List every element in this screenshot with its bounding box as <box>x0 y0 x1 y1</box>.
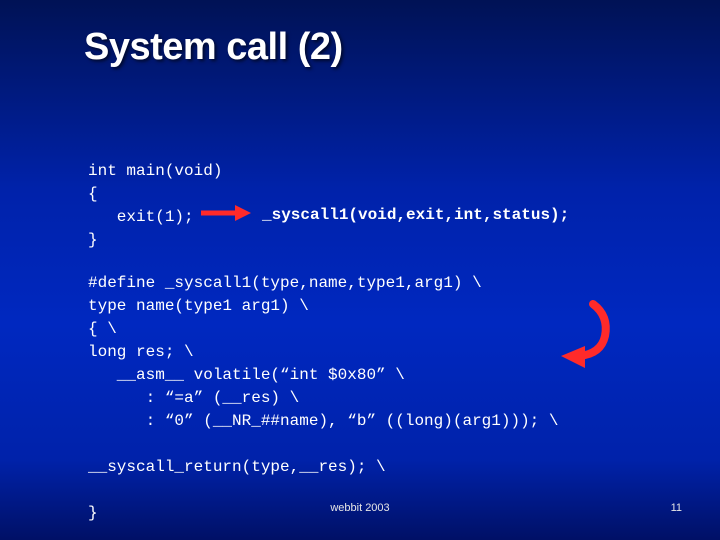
syscall-annotation: _syscall1(void,exit,int,status); <box>262 206 569 224</box>
arrow-curved-icon <box>535 298 615 375</box>
slide: System call (2) int main(void) { exit(1)… <box>0 0 720 540</box>
page-number: 11 <box>671 502 682 514</box>
footer-text: webbit 2003 <box>330 502 389 514</box>
code-macro: #define _syscall1(type,name,type1,arg1) … <box>88 272 708 525</box>
slide-title: System call (2) <box>84 26 343 69</box>
arrow-right-icon <box>199 203 253 228</box>
